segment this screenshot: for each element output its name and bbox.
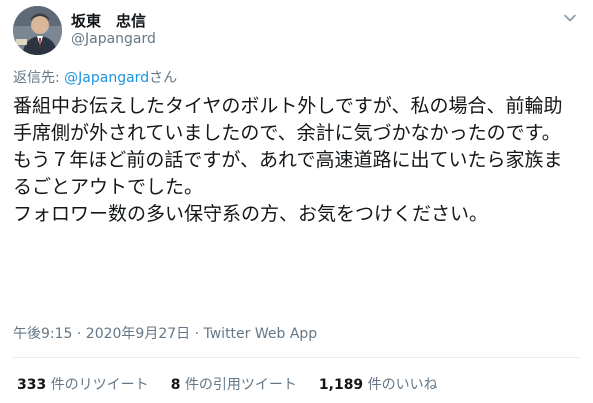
reply-suffix: さん [149,70,178,86]
reply-context: 返信先: @Japangardさん [13,67,177,87]
quotes-count: 8 [170,377,181,393]
likes-stat[interactable]: 1,189 件のいいね [319,374,438,394]
retweets-count: 333 [17,377,47,393]
tweet-timestamp[interactable]: 午後9:15 · 2020年9月27日 · Twitter Web App [13,323,317,343]
divider [13,357,580,358]
avatar[interactable] [13,6,62,55]
chevron-down-icon[interactable] [561,9,579,27]
author-handle[interactable]: @Japangard [71,31,156,47]
retweets-stat[interactable]: 333 件のリツイート [17,374,149,394]
quotes-stat[interactable]: 8 件の引用ツイート [171,374,297,394]
author-name[interactable]: 坂東 忠信 [71,10,146,31]
retweets-label: 件のリツイート [50,377,149,393]
likes-count: 1,189 [318,377,364,393]
tweet-paragraph: 番組中お伝えしたタイヤのボルト外しですが、私の場合、前輪助手席側が外されていまし… [13,95,563,198]
reply-mention-link[interactable]: @Japangard [64,70,149,86]
quotes-label: 件の引用ツイート [184,377,297,393]
likes-label: 件のいいね [367,377,438,393]
tweet-paragraph: フォロワー数の多い保守系の方、お気をつけください。 [13,203,489,225]
reply-prefix: 返信先: [13,70,65,86]
tweet-text: 番組中お伝えしたタイヤのボルト外しですが、私の場合、前輪助手席側が外されていまし… [13,93,579,228]
engagement-stats: 333 件のリツイート 8 件の引用ツイート 1,189 件のいいね [17,374,438,394]
